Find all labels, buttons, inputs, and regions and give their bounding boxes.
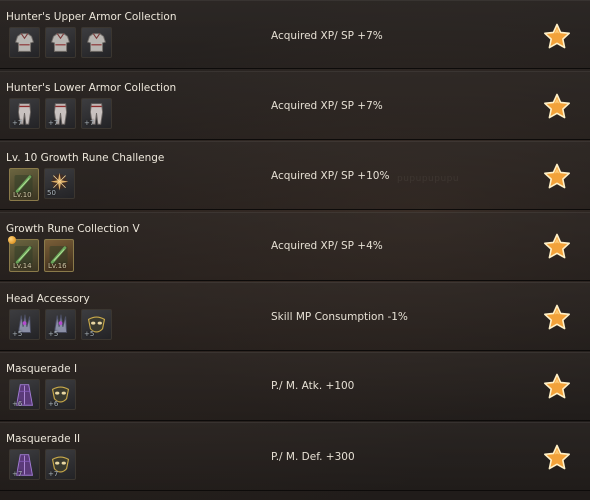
item-badge: +7 [48,119,59,127]
collection-items: Lv.10 50 [9,168,75,201]
favorite-star-icon[interactable] [542,162,572,192]
collection-row[interactable]: Hunter's Upper Armor Collection Acquired… [0,0,590,69]
item-glyph [87,33,106,52]
item-badge: +5 [12,330,23,338]
favorite-star-icon[interactable] [542,372,572,402]
spark-icon[interactable]: 50 [44,168,75,199]
item-badge: +6 [48,400,59,408]
growth-rune-icon[interactable]: Lv.14 [9,239,39,272]
mask-icon[interactable]: +7 [45,449,76,480]
collection-effect: P./ M. Atk. +100 [271,380,355,392]
item-badge: +7 [84,119,95,127]
collection-row[interactable]: Head Accessory +5 +5 +5 Skill MP Consump… [0,282,590,351]
collection-effect: Acquired XP/ SP +7% [271,30,383,42]
item-badge: +7 [12,470,23,478]
collection-items: +7 +7 [9,449,76,481]
mask-icon[interactable]: +6 [45,379,76,410]
item-badge: +7 [12,119,23,127]
upper-armor-icon[interactable] [81,27,112,58]
collection-title: Head Accessory [6,293,90,305]
collection-row[interactable]: Masquerade I +6 +6 P./ M. Atk. +100 [0,352,590,421]
cloak-icon[interactable]: +7 [9,449,40,480]
collection-row[interactable]: Hunter's Lower Armor Collection +7 +7 +7… [0,71,590,140]
item-badge: Lv.16 [48,262,67,270]
collection-title: Masquerade II [6,433,81,445]
collection-items: +7 +7 +7 [9,98,112,130]
collection-items: Lv.14 Lv.16 [9,239,74,272]
favorite-star-icon[interactable] [542,443,572,473]
growth-rune-icon[interactable]: Lv.16 [44,239,74,272]
lower-armor-icon[interactable]: +7 [9,98,40,129]
collection-title: Growth Rune Collection V [6,223,140,235]
item-badge: +5 [84,330,95,338]
item-glyph [51,33,70,52]
upper-armor-icon[interactable] [45,27,76,58]
collection-effect: Acquired XP/ SP +4% [271,240,383,252]
collection-items: +6 +6 [9,379,76,411]
favorite-star-icon[interactable] [542,22,572,52]
collection-items [9,27,112,59]
item-glyph [15,33,34,52]
head-accessory-icon[interactable]: +5 [9,309,40,340]
collection-effect: Skill MP Consumption -1% [271,311,408,323]
collection-title: Hunter's Lower Armor Collection [6,82,177,94]
favorite-star-icon[interactable] [542,92,572,122]
favorite-star-icon[interactable] [542,303,572,333]
collection-title: Masquerade I [6,363,78,375]
collection-effect: Acquired XP/ SP +10% [271,170,390,182]
lower-armor-icon[interactable]: +7 [45,98,76,129]
item-badge: +7 [48,470,59,478]
lower-armor-icon[interactable]: +7 [81,98,112,129]
growth-rune-icon[interactable]: Lv.10 [9,168,39,201]
collection-effect: Acquired XP/ SP +7% [271,100,383,112]
collection-title: Lv. 10 Growth Rune Challenge [6,152,165,164]
new-indicator-dot [8,236,16,244]
mask-icon[interactable]: +5 [81,309,112,340]
collection-items: +5 +5 +5 [9,309,112,341]
head-accessory-icon[interactable]: +5 [45,309,76,340]
favorite-star-icon[interactable] [542,232,572,262]
collection-list: pupupupupu Hunter's Upper Armor Collecti… [0,0,590,500]
item-badge: Lv.10 [13,191,32,199]
collection-row[interactable]: Lv. 10 Growth Rune Challenge Lv.10 50 Ac… [0,141,590,210]
collection-row[interactable]: Growth Rune Collection V Lv.14 Lv.16 Acq… [0,212,590,281]
upper-armor-icon[interactable] [9,27,40,58]
cloak-icon[interactable]: +6 [9,379,40,410]
collection-effect: P./ M. Def. +300 [271,451,355,463]
item-badge: Lv.14 [13,262,32,270]
item-badge: +5 [48,330,59,338]
collection-row[interactable]: Masquerade II +7 +7 P./ M. Def. +300 [0,422,590,491]
collection-title: Hunter's Upper Armor Collection [6,11,177,23]
item-badge: +6 [12,400,23,408]
item-badge: 50 [47,189,56,197]
